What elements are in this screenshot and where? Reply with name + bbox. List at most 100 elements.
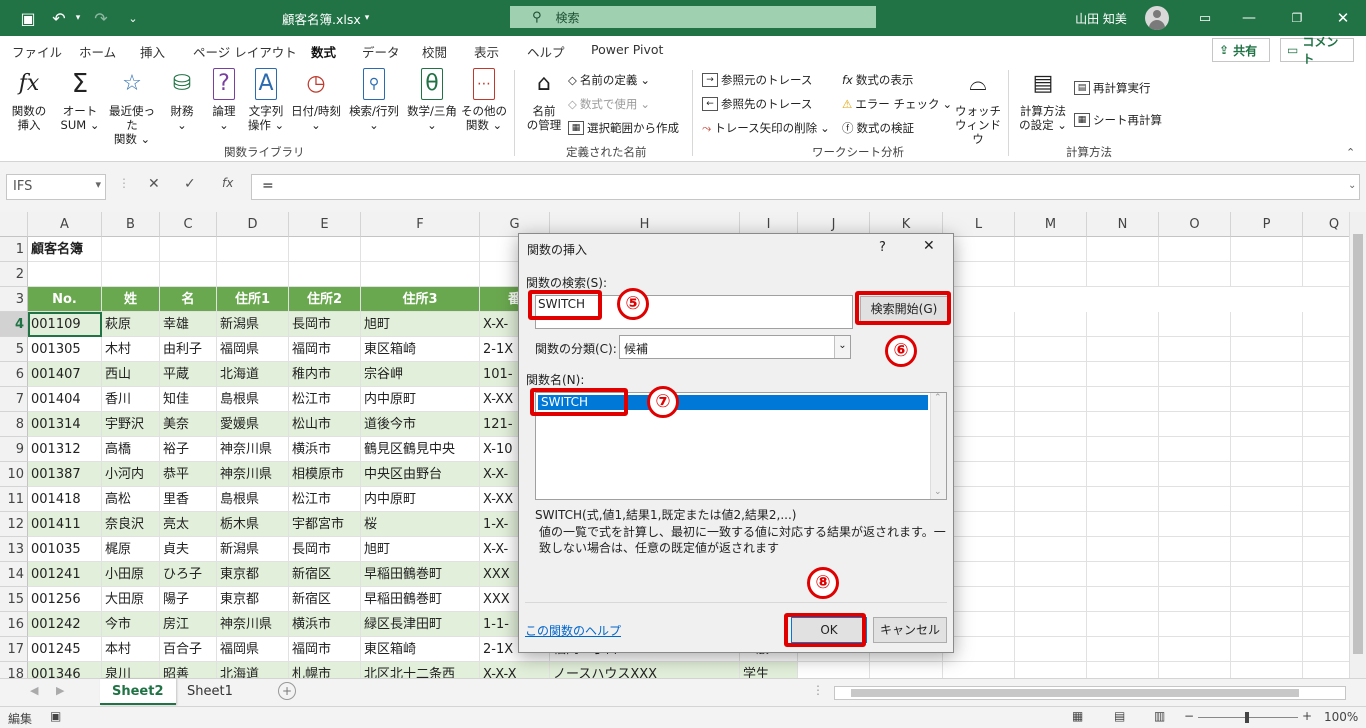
column-header[interactable]: P [1231,212,1303,237]
row-header[interactable]: 18 [0,662,28,678]
math-button[interactable]: θ 数学/三角 ⌄ [404,68,460,132]
cell[interactable] [1159,387,1231,412]
table-cell[interactable]: 松江市 [289,387,361,412]
autosum-button[interactable]: Σ オート SUM ⌄ [56,68,104,132]
table-cell[interactable]: 神奈川県 [217,437,289,462]
cell[interactable] [1015,637,1087,662]
table-cell[interactable]: 高松 [102,487,160,512]
table-cell[interactable]: 旭町 [361,537,480,562]
table-cell[interactable]: 陽子 [160,587,217,612]
window-title[interactable]: 顧客名簿.xlsx ▾ [282,0,382,36]
row-header[interactable]: 13 [0,537,28,562]
sheet-tab-sheet2[interactable]: Sheet2 [100,679,176,705]
table-cell[interactable]: 平蔵 [160,362,217,387]
table-cell[interactable]: 小河内 [102,462,160,487]
table-cell[interactable]: 001242 [28,612,102,637]
evaluate-formula-button[interactable]: ⓕ 数式の検証 [842,120,914,136]
table-cell[interactable]: 大田原 [102,587,160,612]
cell[interactable] [1015,462,1087,487]
next-sheet-icon[interactable]: ▶ [56,684,64,697]
table-cell[interactable]: 知佳 [160,387,217,412]
close-icon[interactable]: ✕ [1330,0,1356,36]
table-cell[interactable]: 内中原町 [361,387,480,412]
tab-view[interactable]: 表示 [474,42,499,61]
cell[interactable] [1159,462,1231,487]
calculate-now-button[interactable]: ▤ 再計算実行 [1074,80,1151,96]
tab-page-layout[interactable]: ページ レイアウト [193,42,297,61]
table-cell[interactable]: 恭平 [160,462,217,487]
cell[interactable] [1087,362,1159,387]
cell[interactable] [1231,637,1303,662]
zoom-slider-thumb[interactable] [1245,712,1249,723]
name-manager-button[interactable]: ⌂ 名前 の管理 [522,68,566,133]
cell[interactable] [1159,512,1231,537]
cell[interactable] [102,237,160,262]
cell[interactable] [1015,537,1087,562]
define-name-button[interactable]: ◇ 名前の定義 ⌄ [568,72,650,88]
calculation-options-button[interactable]: ▤ 計算方法 の設定 ⌄ [1016,68,1070,133]
cell[interactable] [361,237,480,262]
cell[interactable] [1087,412,1159,437]
zoom-level[interactable]: 100% [1324,710,1358,724]
error-checking-button[interactable]: ⚠ エラー チェック ⌄ [842,96,952,112]
minimize-icon[interactable]: — [1236,0,1262,36]
name-box[interactable]: IFS [6,174,106,200]
cell[interactable] [1015,587,1087,612]
financial-button[interactable]: ⛁ 財務 ⌄ [162,68,202,133]
table-cell[interactable]: 早稲田鶴巻町 [361,587,480,612]
table-cell[interactable]: 内中原町 [361,487,480,512]
cell[interactable] [289,262,361,287]
cell[interactable] [943,662,1015,678]
text-button[interactable]: A 文字列 操作 ⌄ [244,68,288,132]
column-header[interactable]: B [102,212,160,237]
insert-function-icon[interactable]: fx [222,176,233,190]
cell[interactable] [160,237,217,262]
cell[interactable] [217,262,289,287]
table-cell[interactable]: 由利子 [160,337,217,362]
table-cell[interactable]: 香川 [102,387,160,412]
row-header[interactable]: 9 [0,437,28,462]
tab-home[interactable]: ホーム [79,42,116,61]
table-header-cell[interactable]: 住所3 [361,287,480,312]
table-cell[interactable]: 新宿区 [289,587,361,612]
zoom-out-icon[interactable]: − [1184,709,1194,723]
row-header[interactable]: 11 [0,487,28,512]
trace-precedents-button[interactable]: → 参照元のトレース [702,72,812,88]
table-cell[interactable]: 今市 [102,612,160,637]
restore-icon[interactable]: ❐ [1284,0,1310,36]
table-cell[interactable]: X-X-X [480,662,550,678]
dialog-close-icon[interactable]: ✕ [923,238,935,254]
cell[interactable] [102,262,160,287]
horizontal-scrollbar[interactable] [834,686,1346,700]
table-header-cell[interactable]: 姓 [102,287,160,312]
cell[interactable] [1231,662,1303,678]
avatar[interactable] [1145,6,1169,30]
table-cell[interactable]: 百合子 [160,637,217,662]
use-in-formula-button[interactable]: ◇ 数式で使用 ⌄ [568,96,650,112]
cell[interactable] [1231,337,1303,362]
cell[interactable] [1015,337,1087,362]
cancel-button[interactable]: キャンセル [873,617,947,643]
table-cell[interactable]: 宇野沢 [102,412,160,437]
cell[interactable] [1231,237,1303,262]
tab-data[interactable]: データ [362,42,400,61]
cell[interactable] [1087,512,1159,537]
tab-insert[interactable]: 挿入 [140,42,165,61]
table-cell[interactable]: 001314 [28,412,102,437]
column-header[interactable]: N [1087,212,1159,237]
table-cell[interactable]: 福岡市 [289,637,361,662]
table-cell[interactable]: 横浜市 [289,612,361,637]
cell[interactable] [1159,562,1231,587]
table-cell[interactable]: 宇都宮市 [289,512,361,537]
table-cell[interactable]: 北海道 [217,362,289,387]
cell[interactable] [1159,412,1231,437]
table-cell[interactable]: 東区箱崎 [361,637,480,662]
cell[interactable] [217,237,289,262]
insert-function-button[interactable]: fx 関数の 挿入 [6,68,52,133]
cell[interactable] [1231,487,1303,512]
table-header-cell[interactable]: 住所2 [289,287,361,312]
table-cell[interactable]: 梶原 [102,537,160,562]
undo-dropdown-icon[interactable]: ▾ [72,0,84,36]
cell[interactable] [1015,412,1087,437]
expand-formula-bar-icon[interactable]: ⌄ [1348,180,1356,191]
